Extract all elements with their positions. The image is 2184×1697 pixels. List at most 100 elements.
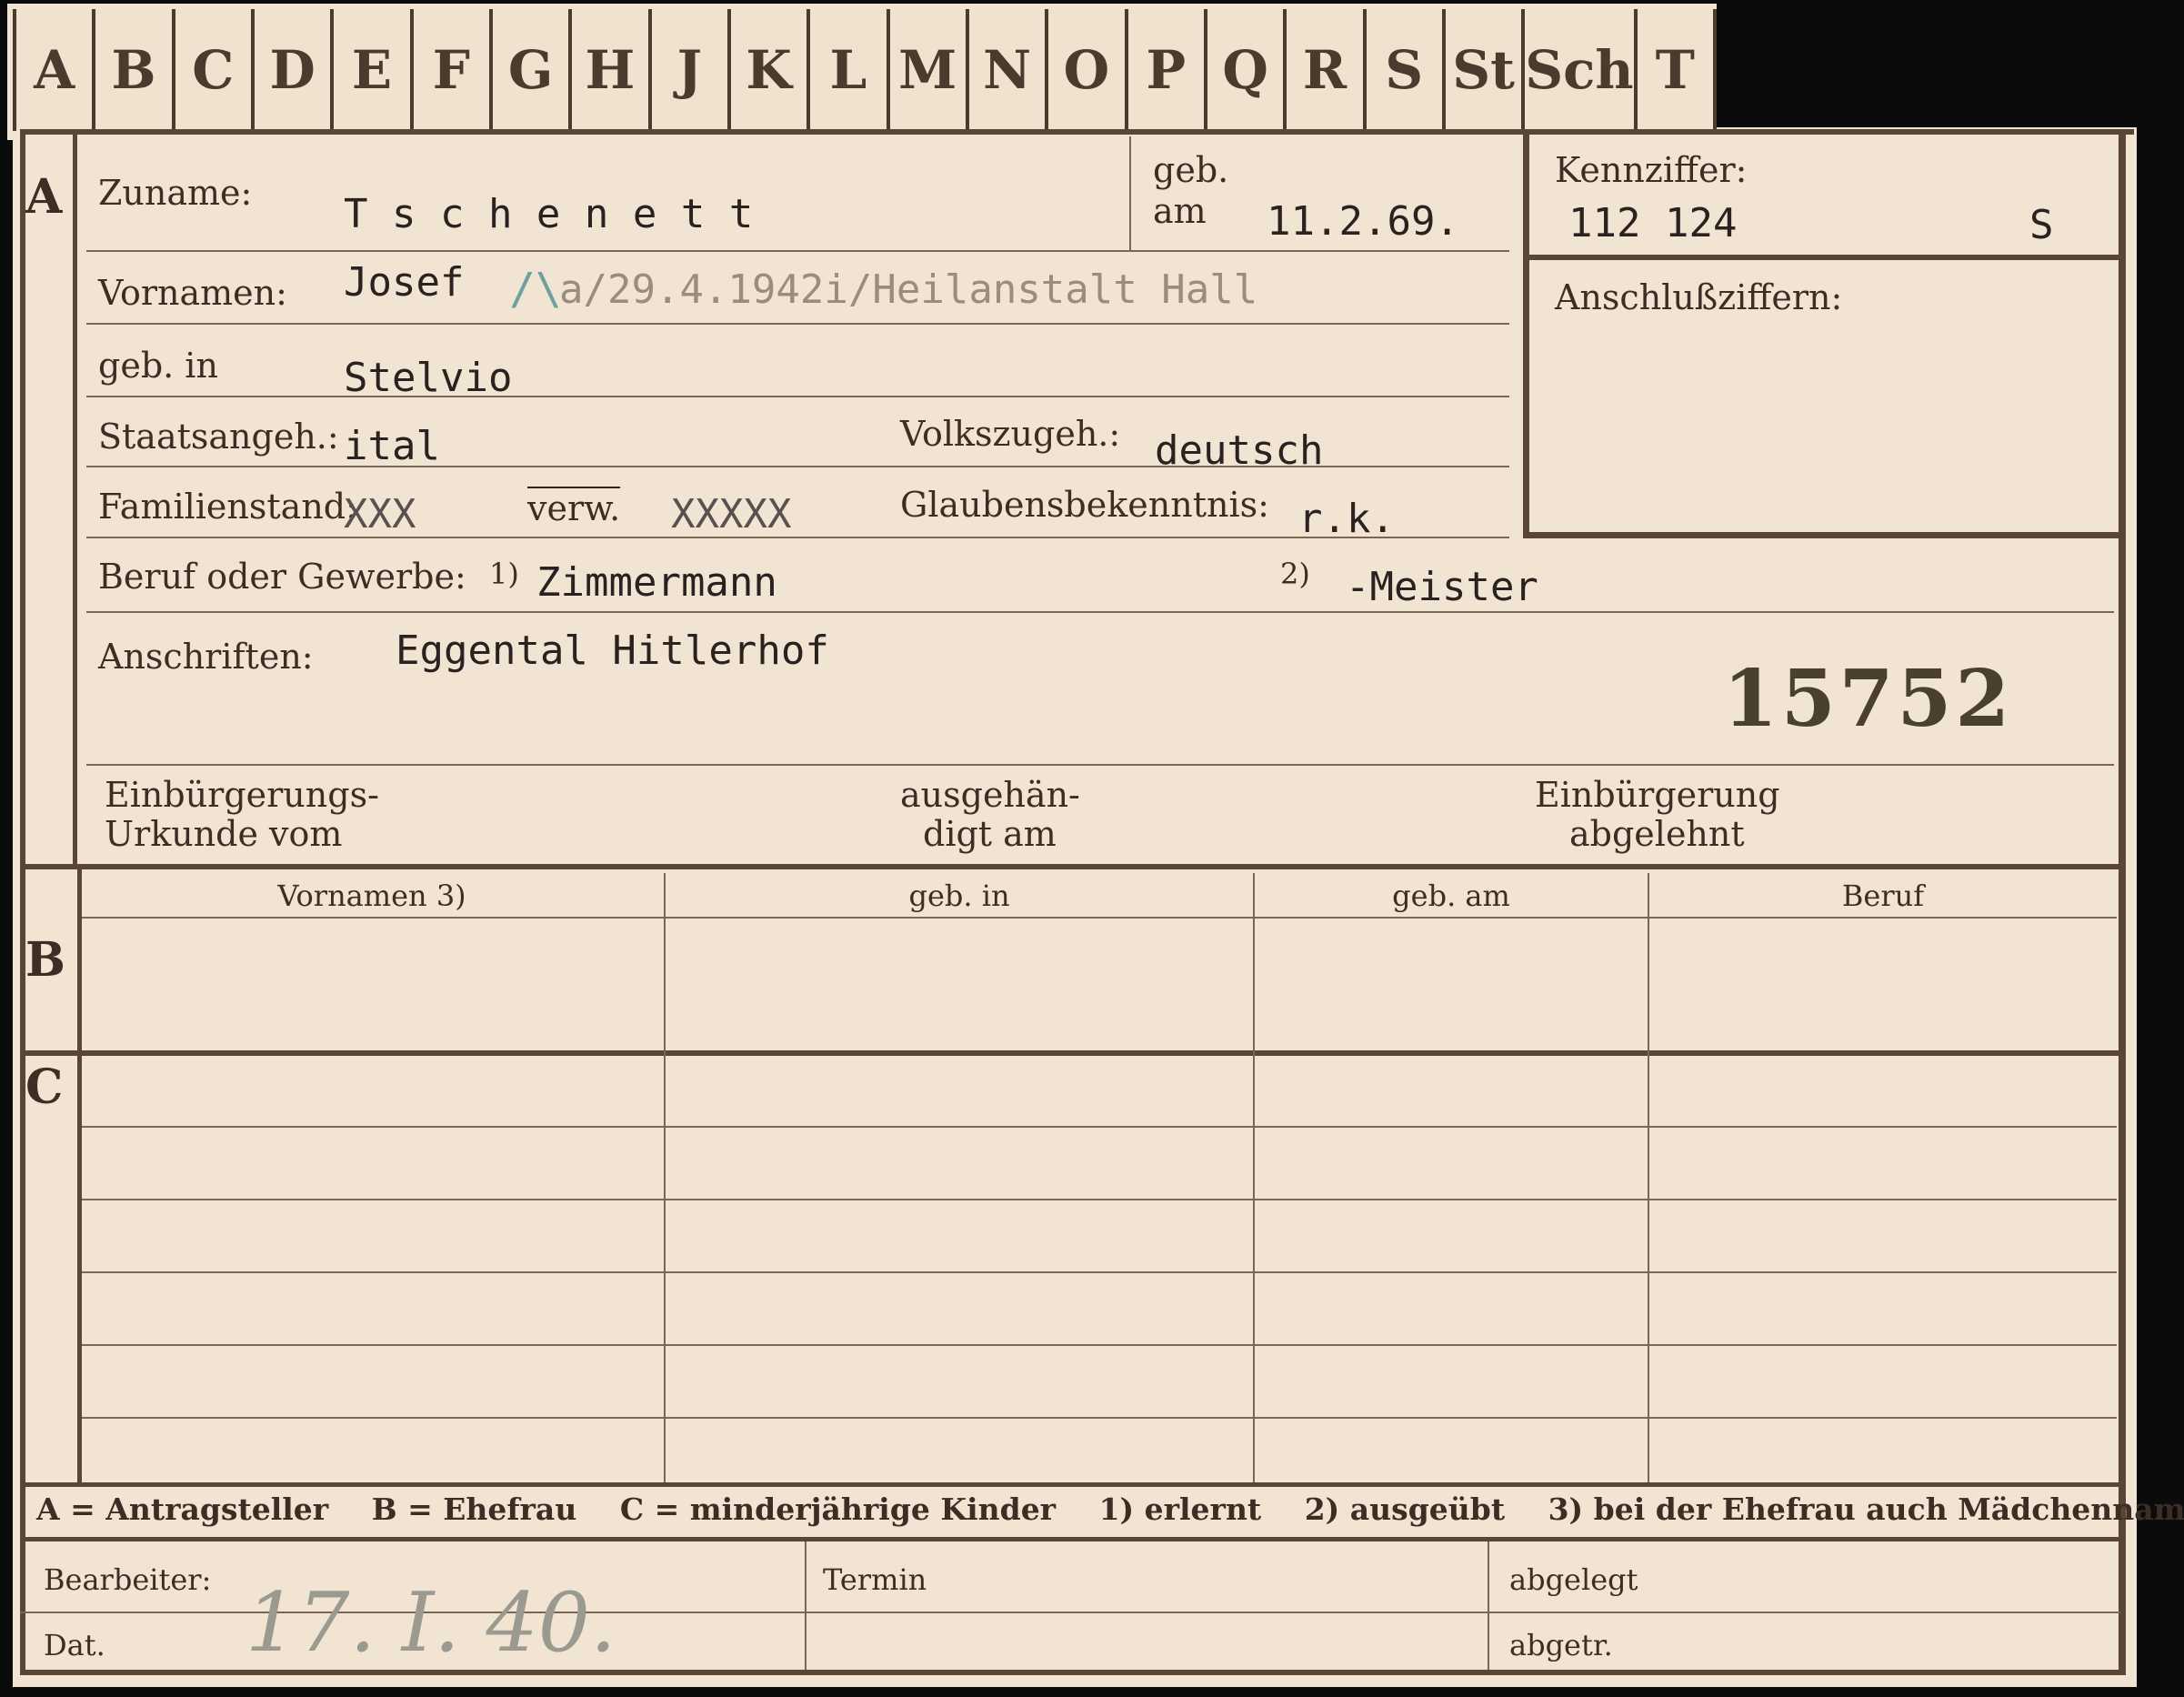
legend-note-2: 2) ausgeübt	[1304, 1491, 1506, 1527]
stamp-number: 15752	[1723, 653, 2014, 745]
familienstand-crossed-2: XXXXX	[671, 491, 792, 537]
tab-g[interactable]: G	[488, 9, 569, 131]
tab-n[interactable]: N	[965, 9, 1046, 131]
legend-a: A = Antragsteller	[36, 1491, 329, 1527]
kennziffer-box-left	[1523, 129, 1529, 538]
tab-a[interactable]: A	[13, 9, 93, 131]
geb-am-value: 11.2.69.	[1267, 198, 1459, 245]
section-a-letter: A	[25, 169, 63, 225]
legend: A = Antragsteller B = Ehefrau C = minder…	[36, 1491, 2184, 1527]
tab-d[interactable]: D	[250, 9, 331, 131]
anschlussziffern-label: Anschlußziffern:	[1555, 277, 1843, 317]
tab-h[interactable]: H	[568, 9, 648, 131]
tab-j[interactable]: J	[647, 9, 727, 131]
einbuergerung-label-2: abgelehnt	[1569, 814, 1745, 854]
col-header-geb-am: geb. am	[1392, 879, 1510, 913]
anschriften-value: Eggental Hitlerhof	[396, 628, 829, 674]
zuname-label: Zuname:	[98, 173, 253, 213]
glaubensbekenntnis-label: Glaubensbekenntnis:	[900, 485, 1269, 525]
tab-k[interactable]: K	[726, 9, 807, 131]
table-c-row-2	[82, 1199, 2117, 1200]
ausgehaen-label-2: digt am	[923, 814, 1057, 854]
tab-l[interactable]: L	[806, 9, 887, 131]
legend-note-3: 3) bei der Ehefrau auch Mädchenname	[1548, 1491, 2184, 1527]
rule-familienstand	[86, 537, 1509, 538]
rule-anschriften	[86, 764, 2114, 766]
zuname-value: T s c h e n e t t	[344, 191, 754, 237]
kennziffer-suffix: S	[2029, 202, 2054, 248]
rule-zuname	[86, 250, 1509, 252]
frame-right	[2119, 129, 2126, 1675]
kennziffer-value: 112 124	[1568, 200, 1738, 246]
col-header-vornamen: Vornamen 3)	[277, 879, 466, 913]
table-c-row-4	[82, 1344, 2117, 1346]
kennziffer-label: Kennziffer:	[1555, 150, 1748, 190]
geb-am-label-2: am	[1153, 191, 1207, 231]
table-header-rule	[80, 917, 2117, 919]
geb-am-label-1: geb.	[1153, 150, 1229, 190]
col-header-geb-in: geb. in	[908, 879, 1010, 913]
table-left	[77, 864, 82, 1482]
alphabet-tabs: A B C D E F G H J K L M N O P Q R S St S…	[13, 9, 1717, 131]
volkszugeh-value: deutsch	[1155, 427, 1324, 474]
abgelegt-label: abgelegt	[1509, 1562, 1638, 1597]
geb-in-value: Stelvio	[344, 355, 513, 401]
tab-s[interactable]: S	[1362, 9, 1442, 131]
section-b-letter: B	[25, 932, 65, 988]
abgetr-label: abgetr.	[1509, 1628, 1613, 1662]
volkszugeh-label: Volkszugeh.:	[900, 414, 1121, 454]
section-a-inner-left	[73, 129, 77, 864]
legend-c: C = minderjährige Kinder	[619, 1491, 1057, 1527]
vornamen-mark: /\	[509, 264, 562, 315]
registration-card: A B C D E F G H J K L M N O P Q R S St S…	[0, 0, 2184, 1697]
beruf-value-1: Zimmermann	[536, 559, 777, 606]
rule-vornamen	[86, 323, 1509, 325]
tab-sch[interactable]: Sch	[1521, 9, 1634, 131]
familienstand-middle: verw.	[527, 487, 621, 528]
einbuergerung-label-1: Einbürgerung	[1535, 775, 1780, 815]
frame-left	[20, 129, 25, 1675]
bearbeiter-label: Bearbeiter:	[44, 1562, 212, 1597]
tab-f[interactable]: F	[409, 9, 489, 131]
glaubensbekenntnis-value: r.k.	[1298, 496, 1395, 542]
footer-col-2	[1488, 1541, 1489, 1670]
rule-geb-in	[86, 396, 1509, 397]
tab-c[interactable]: C	[171, 9, 251, 131]
table-col-1	[664, 873, 666, 1482]
termin-label: Termin	[823, 1562, 927, 1597]
divider-legend-bottom	[20, 1537, 2126, 1541]
familienstand-crossed-1: XXX	[344, 491, 416, 537]
tab-b[interactable]: B	[92, 9, 172, 131]
divider-legend-top	[20, 1482, 2126, 1487]
rule-beruf	[86, 611, 2114, 613]
tab-p[interactable]: P	[1124, 9, 1204, 131]
table-col-2	[1253, 873, 1255, 1482]
table-c-row-3	[82, 1271, 2117, 1273]
tab-q[interactable]: Q	[1203, 9, 1284, 131]
beruf-label: Beruf oder Gewerbe:	[98, 557, 466, 597]
col-header-beruf: Beruf	[1841, 879, 1925, 913]
vornamen-value: Josef	[344, 259, 465, 306]
staatsangeh-value: ital	[344, 423, 440, 469]
tab-e[interactable]: E	[330, 9, 410, 131]
table-c-row-1	[82, 1126, 2117, 1128]
tab-m[interactable]: M	[886, 9, 966, 131]
ausgehaen-label-1: ausgehän-	[900, 775, 1080, 815]
anschriften-label: Anschriften:	[98, 637, 314, 677]
tab-r[interactable]: R	[1283, 9, 1363, 131]
footer-col-1	[805, 1541, 806, 1670]
geb-in-label: geb. in	[98, 346, 218, 386]
beruf-note-2: 2)	[1280, 557, 1310, 591]
divider-b-c	[20, 1050, 2126, 1056]
table-col-3	[1648, 873, 1649, 1482]
tab-o[interactable]: O	[1045, 9, 1125, 131]
vornamen-note: a/29.4.1942i/Heilanstalt Hall	[559, 266, 1258, 313]
beruf-note-1: 1)	[489, 557, 519, 591]
familienstand-label: Familienstand:	[98, 487, 357, 527]
tab-st[interactable]: St	[1441, 9, 1522, 131]
table-c-row-5	[82, 1417, 2117, 1419]
einbuergerungs-label-2: Urkunde vom	[105, 814, 343, 854]
frame-top	[20, 129, 2134, 135]
tab-t[interactable]: T	[1633, 9, 1713, 131]
kennziffer-box-mid	[1523, 255, 2123, 260]
